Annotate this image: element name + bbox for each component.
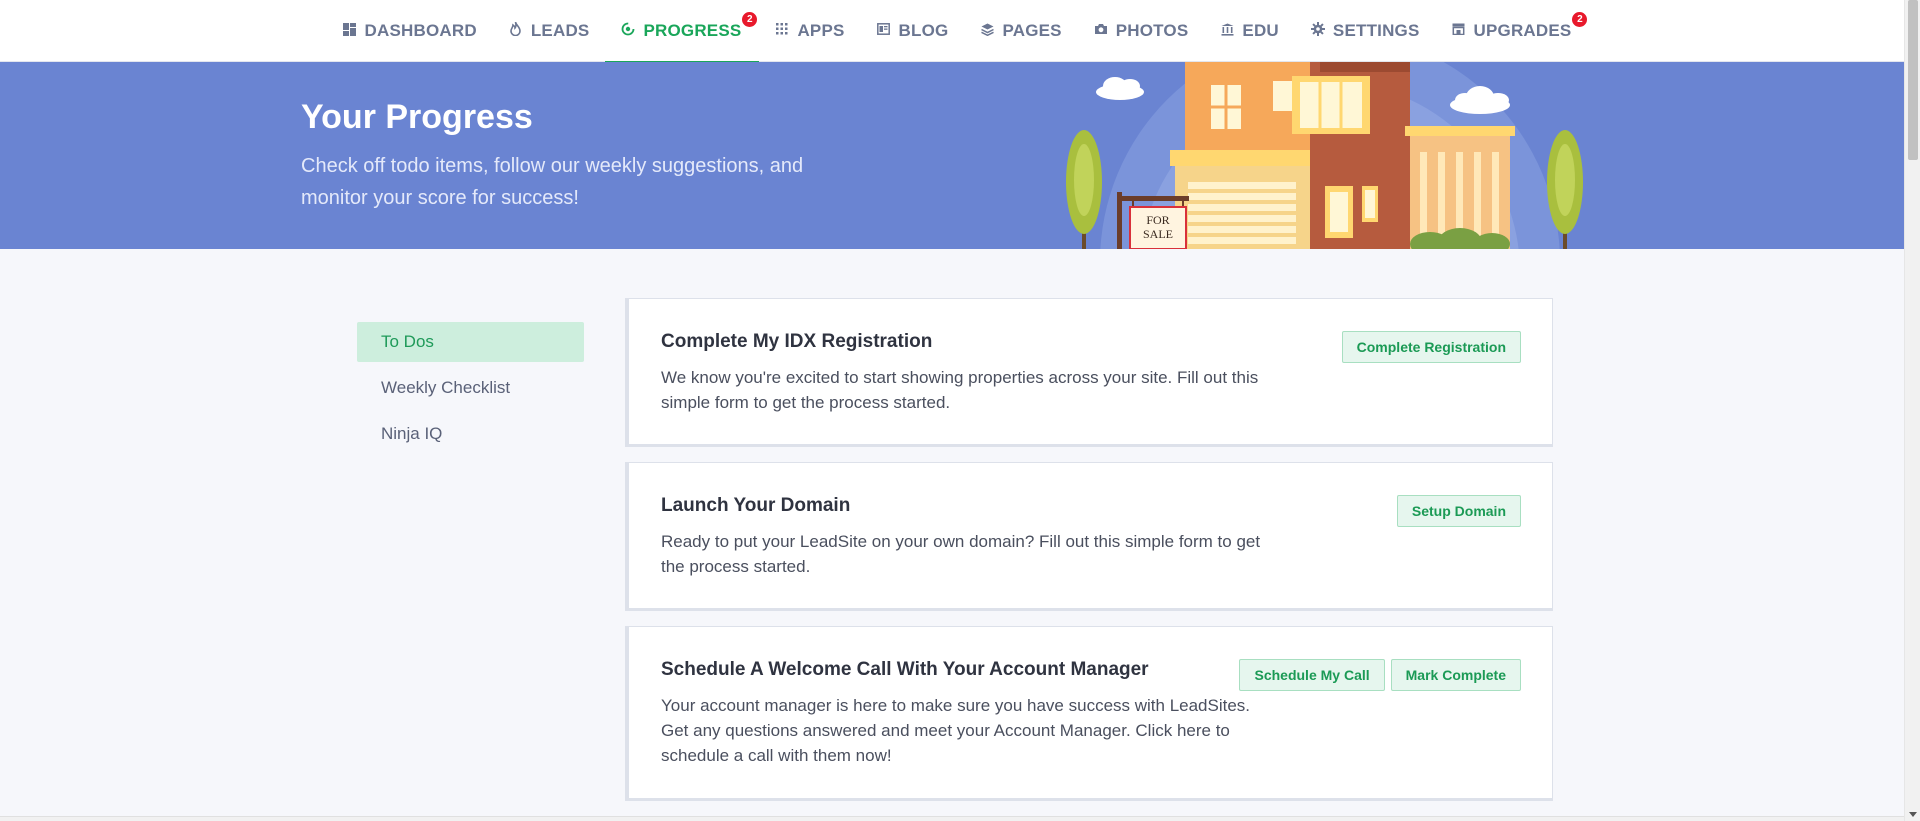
card-description: We know you're excited to start showing … — [661, 368, 1259, 412]
nav-label-pages: PAGES — [1002, 21, 1062, 40]
horizontal-scrollbar[interactable] — [0, 816, 1904, 821]
blog-icon — [877, 22, 891, 36]
camera-icon — [1094, 22, 1108, 36]
sidebar-item-ninja-iq[interactable]: Ninja IQ — [357, 414, 584, 454]
nav-label-progress: PROGRESS — [643, 21, 742, 40]
sign-text-for: FOR — [1146, 213, 1169, 227]
layers-icon — [980, 22, 994, 36]
card-title: Launch Your Domain — [661, 495, 851, 516]
card-description: Your account manager is here to make sur… — [661, 696, 1251, 765]
store-icon — [1452, 22, 1466, 36]
nav-label-settings: SETTINGS — [1332, 21, 1420, 40]
card-actions: Schedule My Call Mark Complete — [1239, 659, 1521, 691]
todo-card: Complete My IDX Registration We know you… — [625, 298, 1553, 447]
vertical-scrollbar[interactable] — [1904, 0, 1920, 821]
nav-label-edu: EDU — [1242, 21, 1279, 40]
schedule-my-call-button[interactable]: Schedule My Call — [1239, 659, 1385, 691]
nav-item-edu[interactable]: EDU — [1204, 0, 1295, 62]
page-title: Your Progress — [301, 98, 533, 136]
building-icon — [1220, 22, 1234, 36]
house-illustration: FOR SALE — [1066, 62, 1583, 249]
setup-domain-button[interactable]: Setup Domain — [1396, 495, 1521, 527]
scroll-down-arrow-icon[interactable] — [1909, 812, 1917, 817]
nav-label-leads: LEADS — [530, 21, 590, 40]
progress-badge: 2 — [742, 12, 758, 27]
dashboard-icon — [343, 22, 357, 36]
progress-icon — [621, 22, 635, 36]
todo-card: Schedule A Welcome Call With Your Accoun… — [625, 626, 1553, 801]
nav-item-upgrades[interactable]: UPGRADES 2 — [1436, 0, 1590, 62]
upgrades-badge: 2 — [1572, 12, 1588, 27]
nav-item-apps[interactable]: APPS — [759, 0, 860, 62]
page-subtitle: Check off todo items, follow our weekly … — [301, 155, 804, 209]
progress-banner: Your Progress Check off todo items, foll… — [0, 62, 1904, 249]
progress-sidebar: To Dos Weekly Checklist Ninja IQ — [357, 322, 584, 460]
card-actions: Setup Domain — [1396, 495, 1521, 527]
nav-label-blog: BLOG — [898, 21, 949, 40]
mark-complete-button[interactable]: Mark Complete — [1390, 659, 1521, 691]
flame-icon — [509, 22, 523, 36]
gear-icon — [1310, 22, 1325, 36]
nav-items: DASHBOARD LEADS PROGRESS 2 APPS BLOG PAG… — [315, 0, 1590, 63]
complete-registration-button[interactable]: Complete Registration — [1341, 331, 1521, 363]
nav-label-dashboard: DASHBOARD — [364, 21, 477, 40]
nav-item-photos[interactable]: PHOTOS — [1078, 0, 1205, 62]
nav-item-leads[interactable]: LEADS — [493, 0, 606, 62]
card-description: Ready to put your LeadSite on your own d… — [661, 532, 1261, 576]
sidebar-item-todos[interactable]: To Dos — [357, 322, 584, 362]
nav-label-apps: APPS — [797, 21, 845, 40]
card-actions: Complete Registration — [1341, 331, 1521, 363]
sidebar-item-weekly-checklist[interactable]: Weekly Checklist — [357, 368, 584, 408]
sign-text-sale: SALE — [1143, 227, 1173, 241]
scrollbar-thumb[interactable] — [1908, 0, 1918, 160]
todo-card: Launch Your Domain Ready to put your Lea… — [625, 462, 1553, 611]
nav-item-blog[interactable]: BLOG — [861, 0, 965, 62]
nav-label-photos: PHOTOS — [1115, 21, 1189, 40]
nav-item-settings[interactable]: SETTINGS — [1295, 0, 1436, 62]
grid-icon — [775, 22, 789, 36]
top-navigation: DASHBOARD LEADS PROGRESS 2 APPS BLOG PAG… — [0, 0, 1904, 63]
nav-label-upgrades: UPGRADES — [1473, 21, 1572, 40]
nav-item-dashboard[interactable]: DASHBOARD — [327, 0, 493, 62]
todo-cards: Complete My IDX Registration We know you… — [625, 298, 1553, 816]
nav-item-pages[interactable]: PAGES — [964, 0, 1077, 62]
nav-item-progress[interactable]: PROGRESS 2 — [605, 0, 760, 63]
